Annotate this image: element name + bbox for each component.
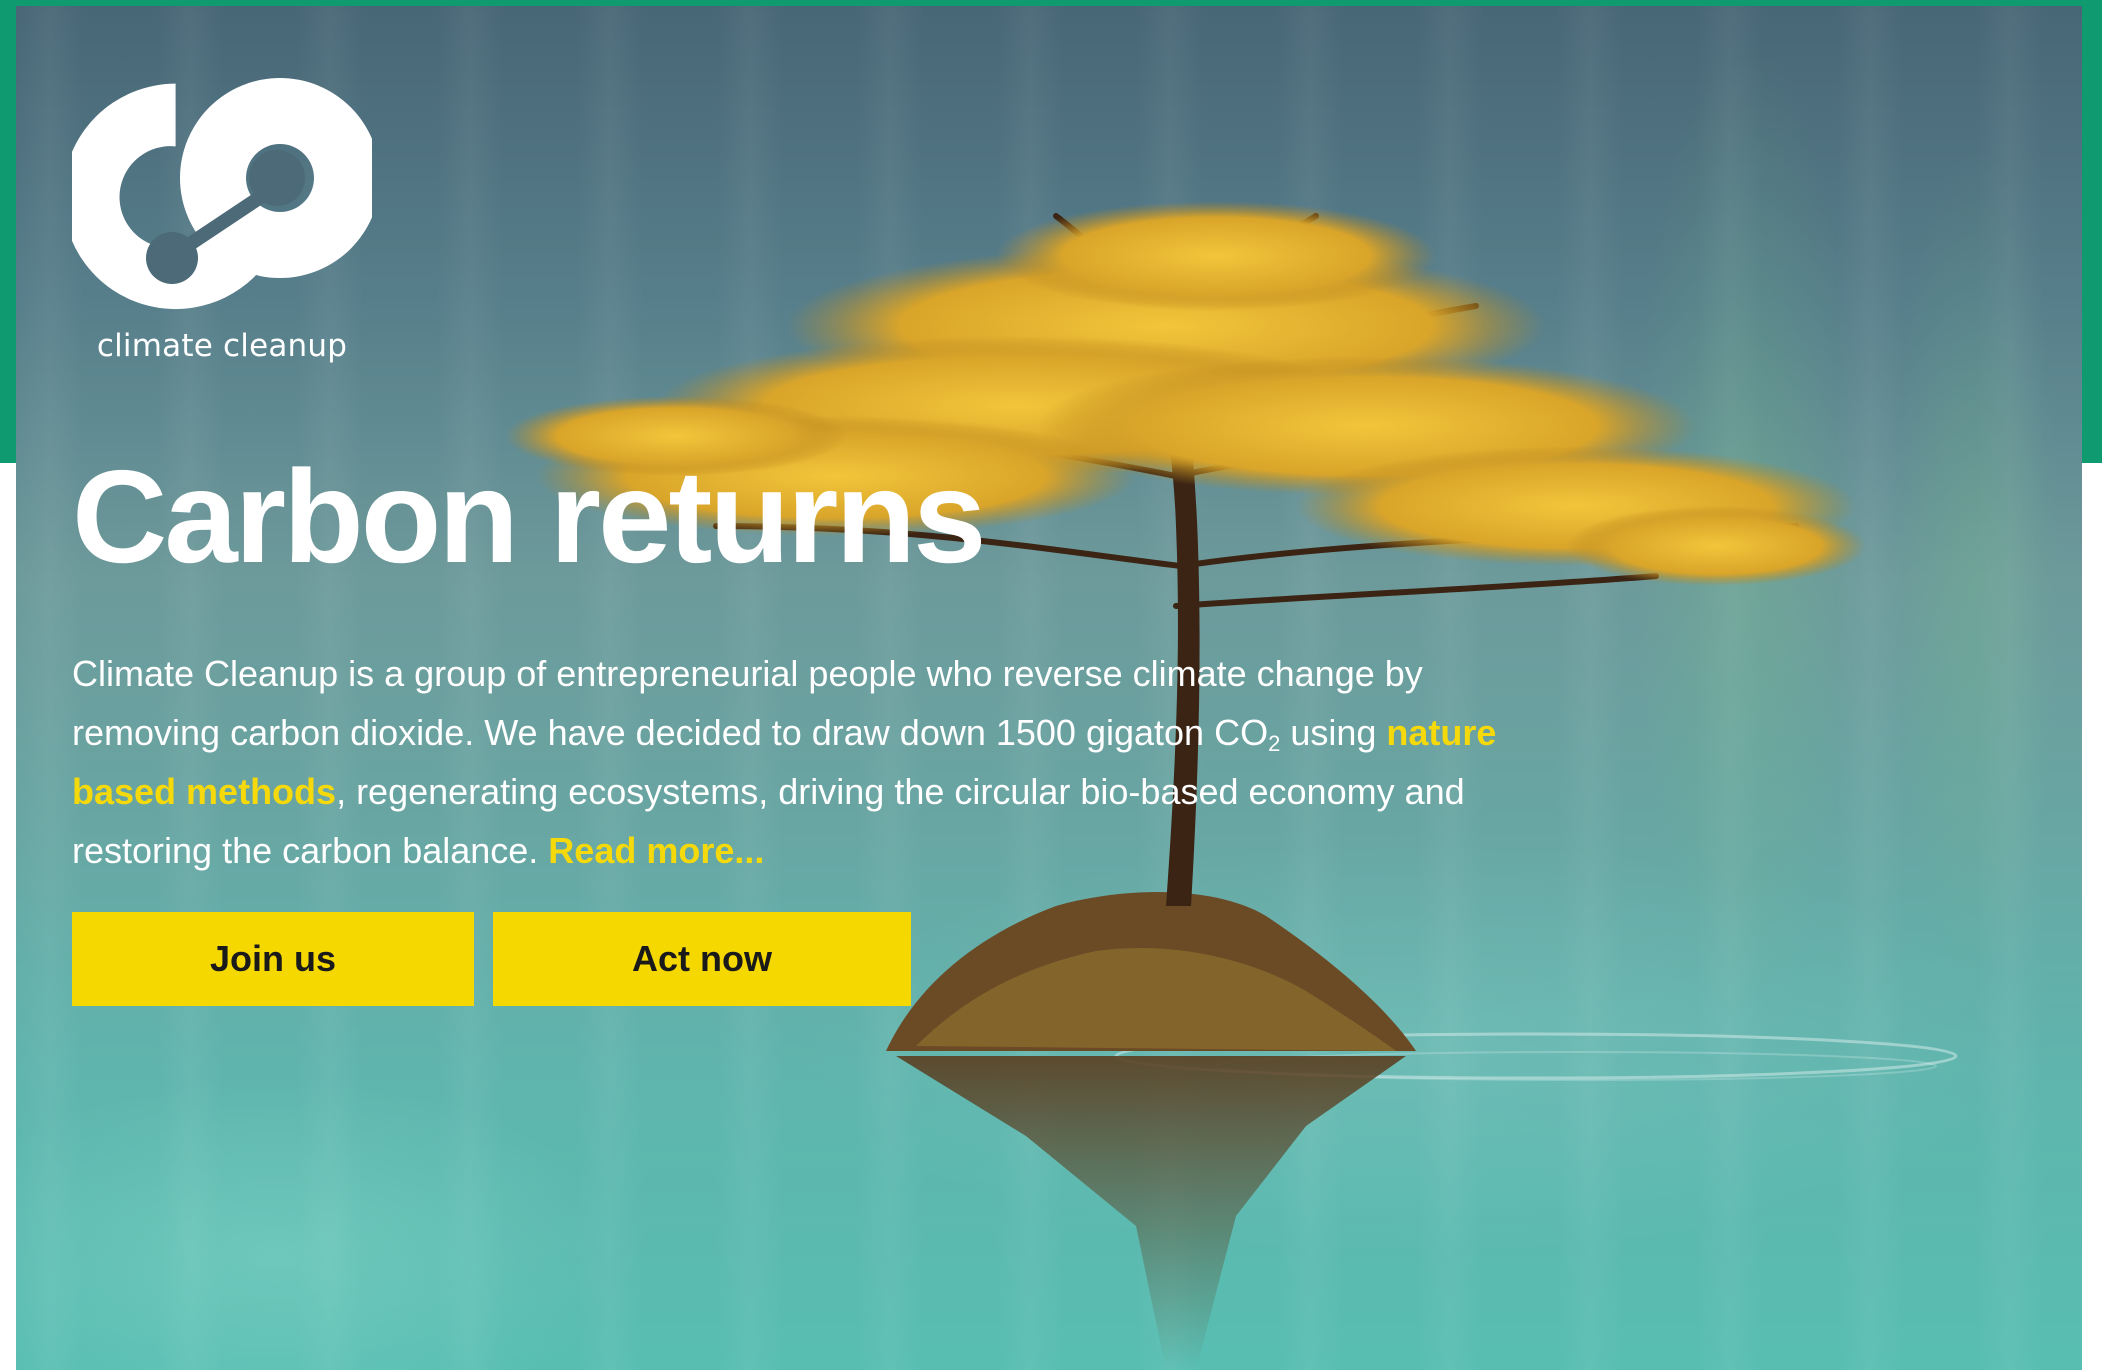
hero-section: climate cleanup Carbon returns Climate C… xyxy=(16,6,2082,1370)
join-us-button[interactable]: Join us xyxy=(72,912,474,1006)
intro-text-1: Climate Cleanup is a group of entreprene… xyxy=(72,653,1423,753)
act-now-button[interactable]: Act now xyxy=(493,912,911,1006)
co2-ring-icon xyxy=(72,78,372,310)
brand-name: climate cleanup xyxy=(96,328,348,364)
intro-paragraph: Climate Cleanup is a group of entreprene… xyxy=(72,644,1552,880)
read-more-link[interactable]: Read more... xyxy=(548,830,764,871)
intro-text-2: using xyxy=(1280,712,1387,753)
page-title: Carbon returns xyxy=(72,443,986,590)
co2-subscript: 2 xyxy=(1268,731,1281,756)
brand-logo[interactable]: climate cleanup xyxy=(72,76,372,376)
